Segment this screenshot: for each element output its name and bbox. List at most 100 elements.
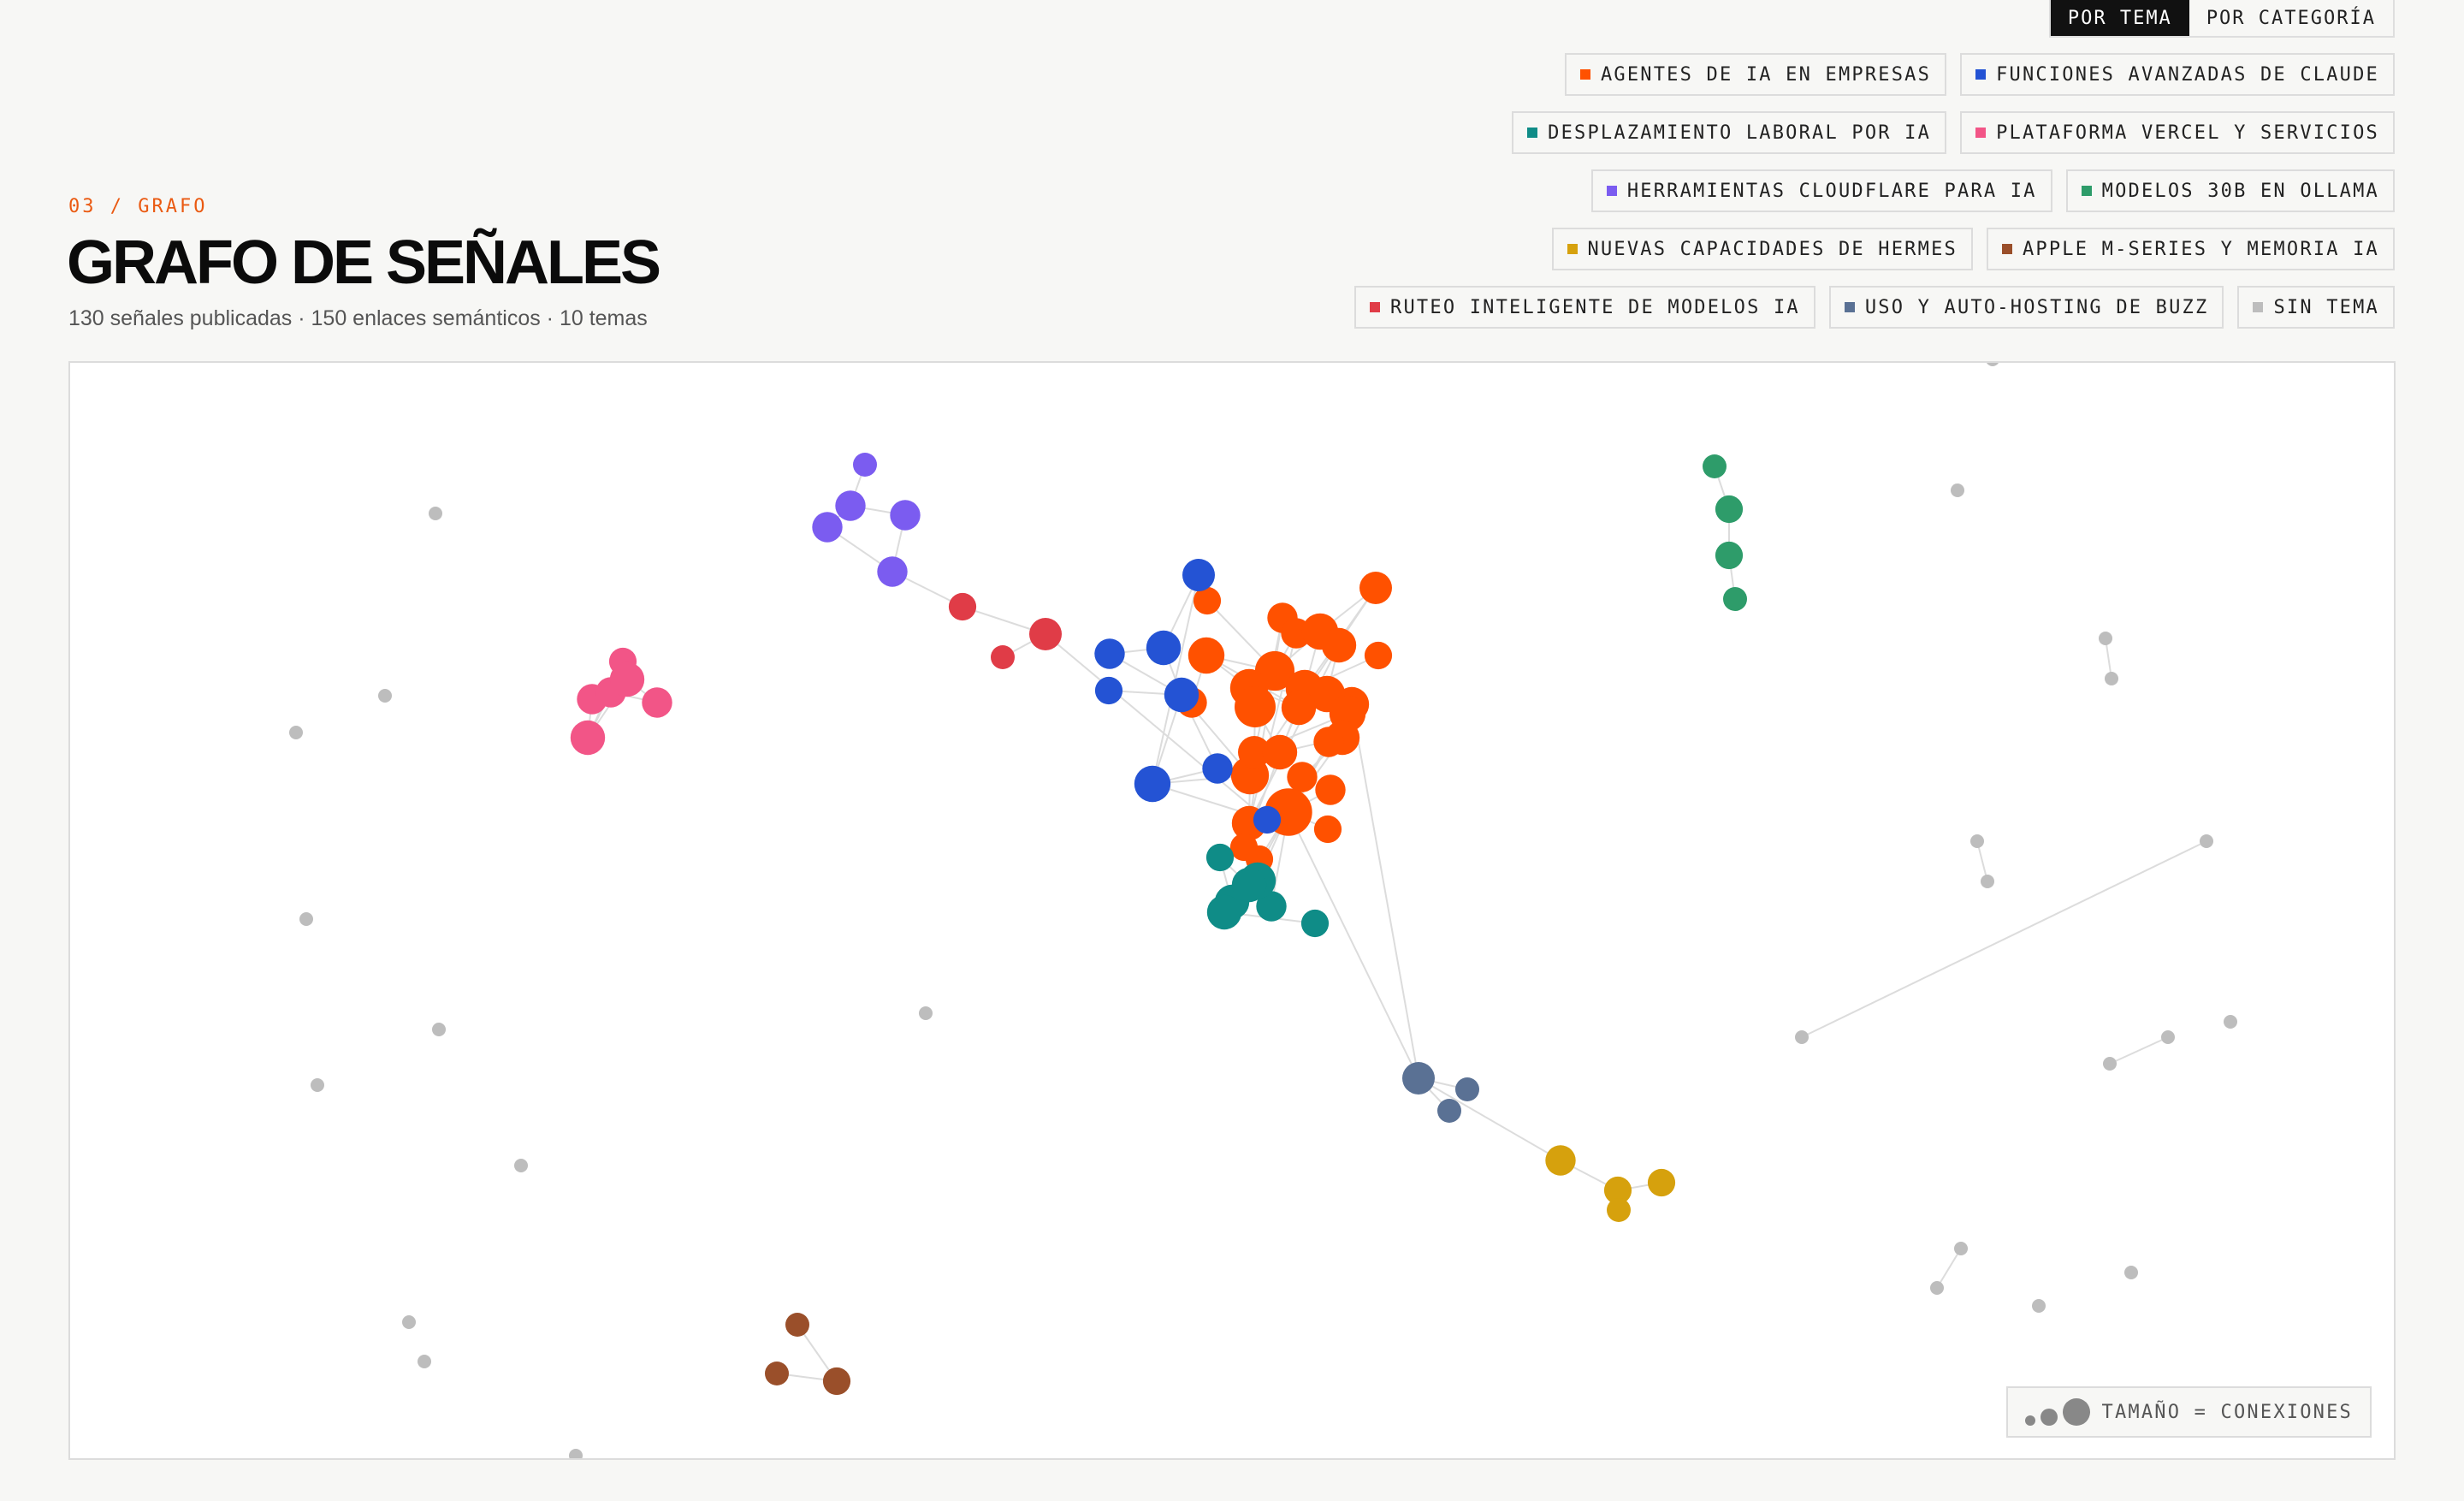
graph-node-laboral[interactable] [1205, 843, 1235, 872]
graph-node-none[interactable] [2161, 1030, 2175, 1044]
graph-node-agentes[interactable] [1321, 627, 1357, 663]
graph-node-none[interactable] [2103, 1057, 2117, 1071]
graph-node-agentes[interactable] [1364, 641, 1393, 670]
graph-node-none[interactable] [1986, 363, 1999, 366]
graph-node-none[interactable] [2105, 672, 2118, 685]
graph-node-claude[interactable] [1202, 753, 1233, 784]
graph-node-cloudflare[interactable] [890, 500, 921, 531]
signal-graph[interactable] [70, 363, 2394, 1458]
graph-node-none[interactable] [514, 1159, 528, 1172]
graph-node-agentes[interactable] [1281, 690, 1317, 726]
graph-node-hermes[interactable] [1607, 1198, 1631, 1222]
graph-node-none[interactable] [402, 1315, 416, 1329]
graph-node-none[interactable] [429, 507, 442, 520]
graph-node-ruteo[interactable] [948, 592, 977, 621]
section-kicker: 03 / GRAFO [68, 196, 208, 217]
graph-node-buzz[interactable] [1437, 1099, 1461, 1123]
graph-node-claude[interactable] [1182, 559, 1215, 591]
legend-chip-buzz[interactable]: USO Y AUTO-HOSTING DE BUZZ [1828, 286, 2224, 329]
view-toggle: POR TEMA POR CATEGORÍA [2048, 0, 2395, 38]
graph-node-none[interactable] [418, 1355, 431, 1368]
graph-node-apple[interactable] [765, 1362, 789, 1385]
graph-node-claude[interactable] [1253, 805, 1282, 834]
graph-node-ruteo[interactable] [1029, 618, 1062, 650]
graph-node-apple[interactable] [822, 1367, 851, 1396]
graph-node-cloudflare[interactable] [812, 512, 843, 543]
graph-node-agentes[interactable] [1262, 734, 1298, 770]
graph-node-none[interactable] [299, 912, 313, 926]
graph-node-agentes[interactable] [1287, 762, 1318, 792]
graph-node-none[interactable] [432, 1023, 446, 1036]
graph-node-none[interactable] [1930, 1281, 1944, 1295]
graph-node-vercel[interactable] [570, 720, 606, 756]
graph-node-none[interactable] [2124, 1266, 2138, 1279]
legend-chip-vercel[interactable]: PLATAFORMA VERCEL Y SERVICIOS [1960, 111, 2395, 154]
legend-chip-ollama[interactable]: MODELOS 30B EN OLLAMA [2065, 169, 2395, 212]
graph-node-cloudflare[interactable] [877, 556, 908, 587]
legend-chip-laboral[interactable]: DESPLAZAMIENTO LABORAL POR IA [1512, 111, 1947, 154]
graph-node-none[interactable] [378, 689, 392, 703]
swatch-icon [1844, 302, 1855, 312]
graph-node-vercel[interactable] [609, 662, 645, 697]
graph-node-none[interactable] [919, 1006, 933, 1020]
graph-node-claude[interactable] [1146, 630, 1182, 666]
graph-node-hermes[interactable] [1647, 1168, 1676, 1197]
graph-node-claude[interactable] [1164, 677, 1199, 713]
graph-node-claude[interactable] [1094, 676, 1123, 705]
swatch-icon [1370, 302, 1381, 312]
graph-node-hermes[interactable] [1545, 1145, 1576, 1176]
graph-node-none[interactable] [569, 1449, 583, 1458]
graph-node-apple[interactable] [785, 1313, 809, 1337]
graph-node-agentes[interactable] [1313, 815, 1342, 844]
graph-node-laboral[interactable] [1206, 894, 1242, 930]
graph-node-none[interactable] [1795, 1030, 1809, 1044]
legend-chip-apple[interactable]: APPLE M-SERIES Y MEMORIA IA [1986, 228, 2395, 270]
legend-chip-ruteo[interactable]: RUTEO INTELIGENTE DE MODELOS IA [1354, 286, 1815, 329]
swatch-icon [2253, 302, 2264, 312]
graph-node-laboral[interactable] [1300, 909, 1330, 938]
graph-node-agentes[interactable] [1188, 637, 1225, 674]
graph-node-none[interactable] [289, 726, 303, 739]
view-by-category-tab[interactable]: POR CATEGORÍA [2189, 0, 2393, 36]
swatch-icon [1567, 244, 1578, 254]
graph-node-buzz[interactable] [1455, 1077, 1479, 1101]
graph-node-ollama[interactable] [1715, 495, 1744, 524]
graph-node-vercel[interactable] [642, 687, 672, 718]
legend-label: RUTEO INTELIGENTE DE MODELOS IA [1390, 296, 1800, 318]
graph-node-agentes[interactable] [1315, 774, 1346, 805]
legend-chip-sin-tema[interactable]: SIN TEMA [2237, 286, 2395, 329]
legend-chip-claude[interactable]: FUNCIONES AVANZADAS DE CLAUDE [1960, 53, 2395, 96]
graph-node-claude[interactable] [1134, 765, 1171, 803]
graph-node-none[interactable] [2099, 632, 2112, 645]
graph-node-none[interactable] [2032, 1299, 2046, 1313]
graph-node-laboral[interactable] [1231, 867, 1267, 903]
graph-node-none[interactable] [1954, 1242, 1968, 1255]
graph-node-cloudflare[interactable] [835, 490, 866, 521]
graph-node-ollama[interactable] [1715, 541, 1744, 570]
graph-node-none[interactable] [2200, 834, 2213, 848]
swatch-icon [1579, 69, 1590, 80]
legend-chip-cloudflare[interactable]: HERRAMIENTAS CLOUDFLARE PARA IA [1590, 169, 2052, 212]
graph-node-none[interactable] [1970, 834, 1984, 848]
legend-label: SIN TEMA [2273, 296, 2379, 318]
graph-node-agentes[interactable] [1235, 686, 1276, 727]
graph-node-cloudflare[interactable] [853, 453, 877, 477]
graph-node-ollama[interactable] [1723, 587, 1747, 611]
legend-label: NUEVAS CAPACIDADES DE HERMES [1587, 238, 1958, 260]
graph-node-buzz[interactable] [1402, 1062, 1435, 1095]
legend-chip-agentes[interactable]: AGENTES DE IA EN EMPRESAS [1564, 53, 1947, 96]
graph-node-agentes[interactable] [1313, 727, 1344, 757]
graph-node-ruteo[interactable] [991, 645, 1015, 669]
graph-node-ollama[interactable] [1703, 454, 1727, 478]
graph-node-none[interactable] [2224, 1015, 2237, 1029]
graph-node-none[interactable] [1981, 875, 1994, 888]
graph-panel[interactable]: TAMAÑO = CONEXIONES [68, 361, 2396, 1460]
graph-node-claude[interactable] [1094, 638, 1125, 669]
view-by-theme-tab[interactable]: POR TEMA [2050, 0, 2189, 36]
legend-label: MODELOS 30B EN OLLAMA [2101, 180, 2379, 202]
graph-node-none[interactable] [1951, 484, 1964, 497]
graph-node-none[interactable] [311, 1078, 324, 1092]
legend-label: USO Y AUTO-HOSTING DE BUZZ [1864, 296, 2209, 318]
graph-node-agentes[interactable] [1359, 572, 1392, 604]
legend-chip-hermes[interactable]: NUEVAS CAPACIDADES DE HERMES [1551, 228, 1973, 270]
